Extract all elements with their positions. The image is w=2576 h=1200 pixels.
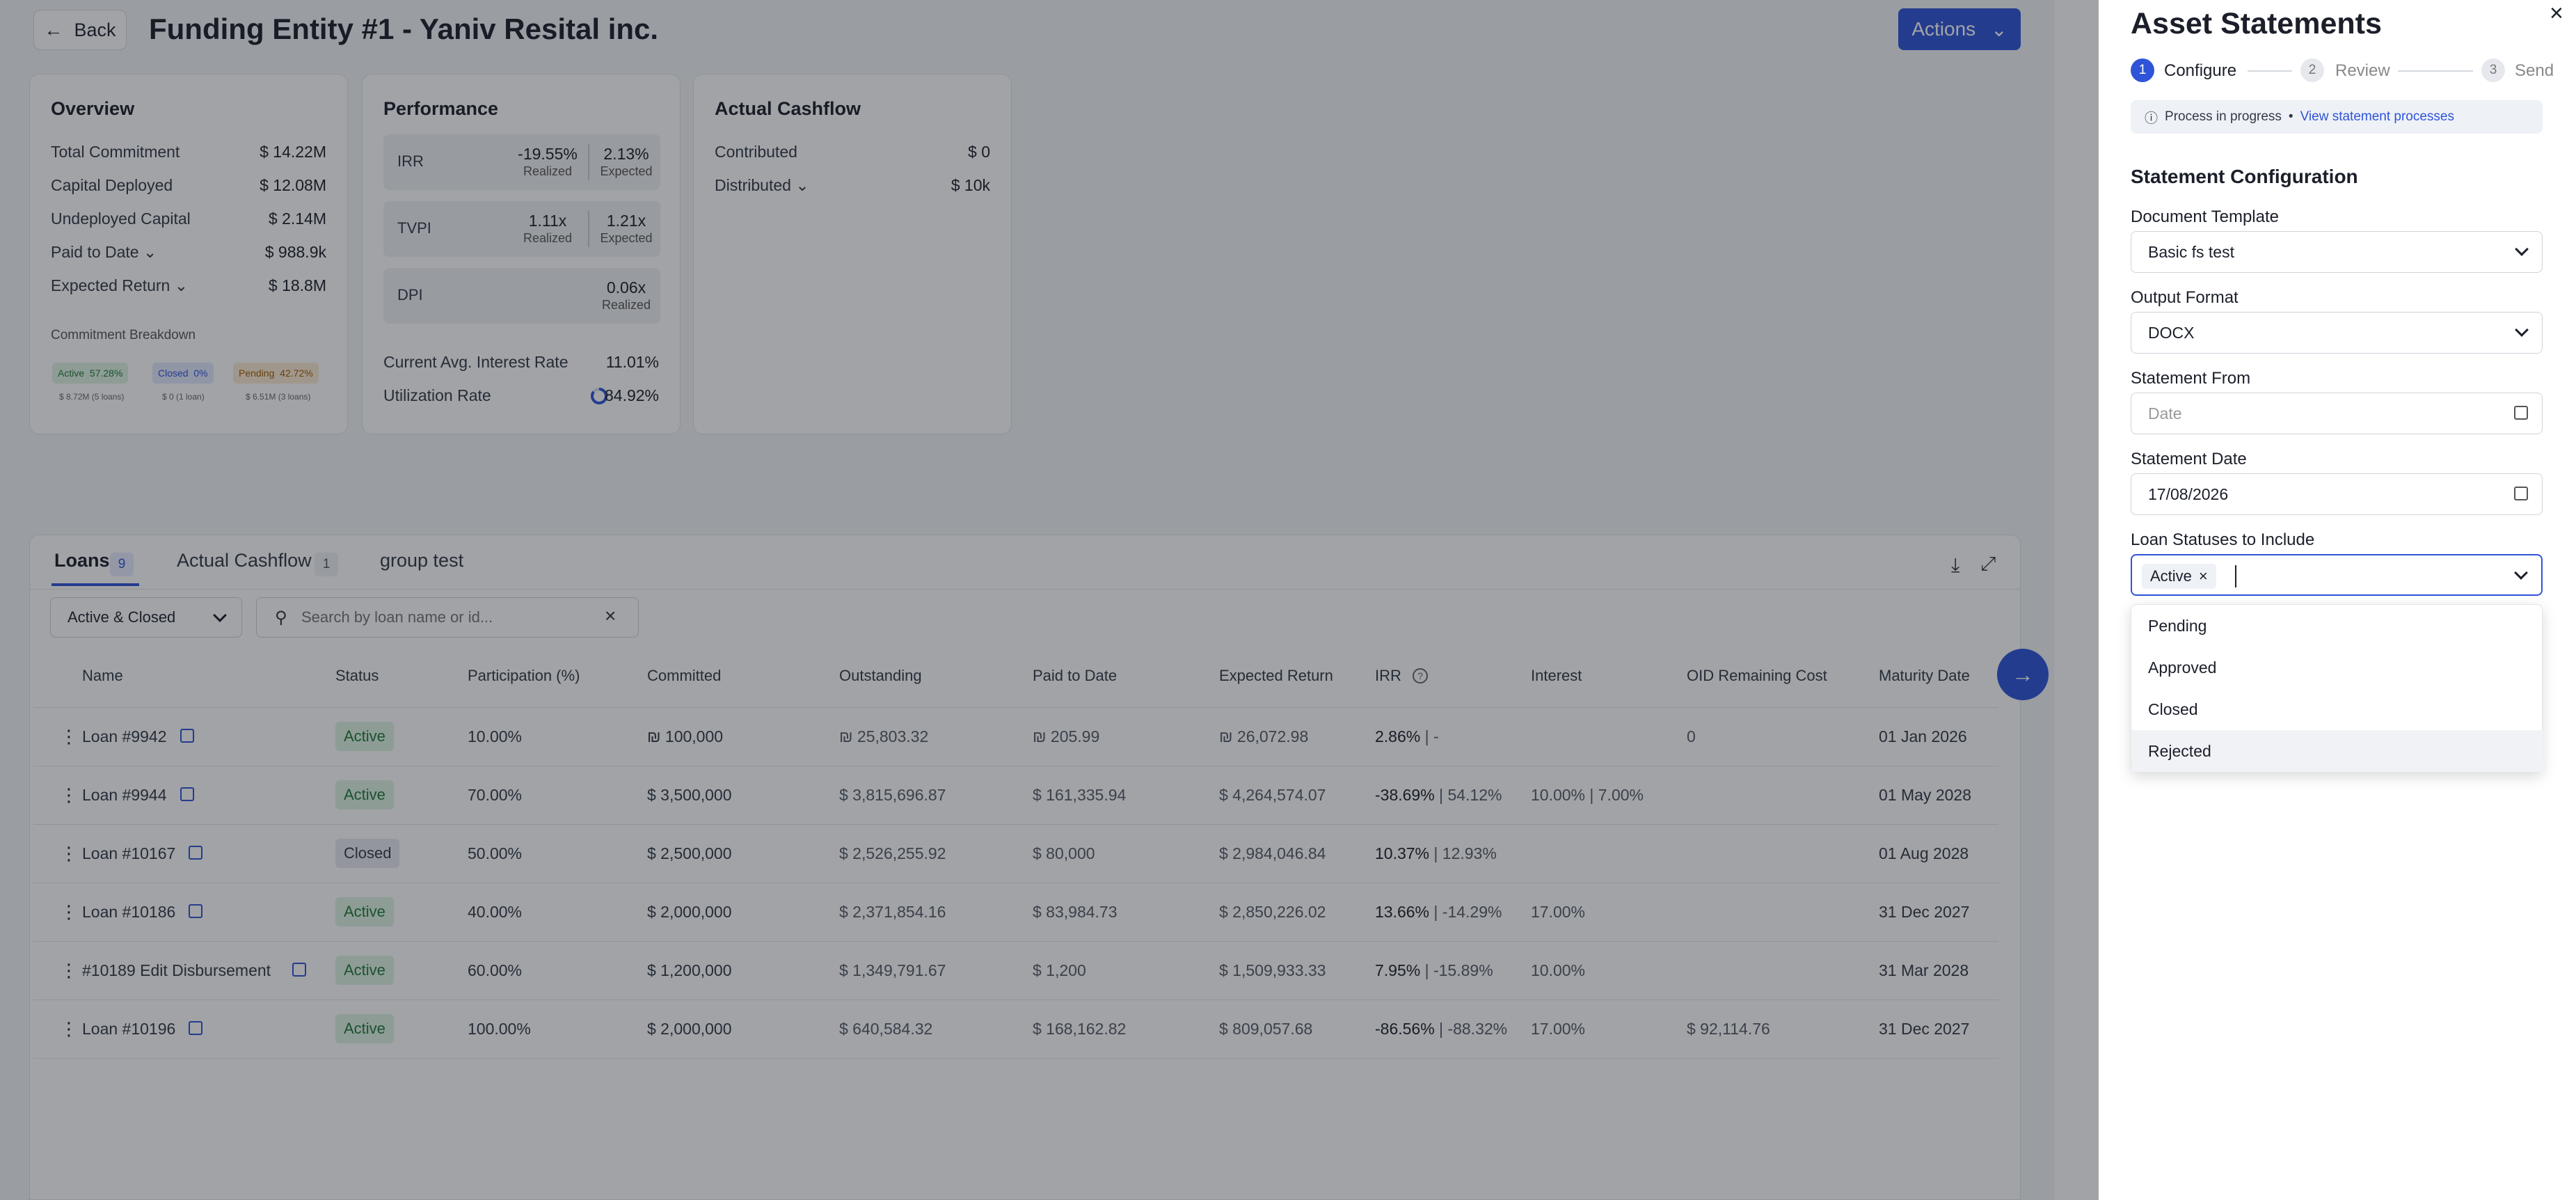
- statement-from-label: Statement From: [2131, 369, 2251, 388]
- chevron-down-icon: [2514, 566, 2528, 580]
- status-option[interactable]: Approved: [2131, 647, 2543, 688]
- info-icon: ⓘ: [2145, 111, 2158, 126]
- status-option[interactable]: Rejected: [2131, 730, 2543, 772]
- statement-date-input[interactable]: 17/08/2026: [2131, 473, 2543, 515]
- status-option[interactable]: Closed: [2131, 688, 2543, 730]
- step-connector: [2398, 70, 2473, 72]
- doc-template-label: Document Template: [2131, 207, 2279, 226]
- output-format-label: Output Format: [2131, 288, 2239, 307]
- loan-statuses-label: Loan Statuses to Include: [2131, 530, 2315, 549]
- chevron-down-icon: [2515, 242, 2529, 256]
- section-title: Statement Configuration: [2131, 166, 2358, 187]
- calendar-icon[interactable]: [2514, 406, 2528, 420]
- remove-chip-icon[interactable]: ×: [2199, 567, 2208, 585]
- doc-template-value: Basic fs test: [2148, 242, 2234, 261]
- view-processes-link[interactable]: View statement processes: [2300, 109, 2454, 125]
- step-configure[interactable]: Configure: [2164, 61, 2236, 81]
- step-number: 3: [2481, 58, 2505, 82]
- statement-from-input[interactable]: Date: [2131, 393, 2543, 434]
- status-option[interactable]: Pending: [2131, 605, 2543, 647]
- close-icon[interactable]: ×: [2550, 0, 2563, 27]
- text-caret: [2235, 565, 2236, 587]
- chip-label: Active: [2150, 567, 2192, 585]
- asset-statements-panel: Asset Statements × 1 Configure 2 Review …: [2099, 0, 2576, 1200]
- statement-date-value: 17/08/2026: [2148, 484, 2229, 503]
- panel-title: Asset Statements: [2131, 7, 2382, 40]
- selected-status-chip: Active ×: [2142, 564, 2216, 589]
- output-format-select[interactable]: DOCX: [2131, 312, 2543, 354]
- statement-date-label: Statement Date: [2131, 450, 2247, 468]
- step-review[interactable]: Review: [2335, 61, 2390, 81]
- modal-overlay[interactable]: [0, 0, 2099, 1200]
- info-text: Process in progress: [2165, 109, 2282, 124]
- date-placeholder: Date: [2148, 404, 2182, 423]
- step-number: 1: [2131, 58, 2154, 82]
- process-info-bar: ⓘ Process in progress • View statement p…: [2131, 100, 2543, 134]
- calendar-icon[interactable]: [2514, 487, 2528, 500]
- loan-statuses-multiselect[interactable]: Active ×: [2131, 554, 2543, 596]
- step-number: 2: [2300, 58, 2324, 82]
- chevron-down-icon: [2515, 323, 2529, 337]
- output-format-value: DOCX: [2148, 323, 2195, 342]
- doc-template-select[interactable]: Basic fs test: [2131, 231, 2543, 273]
- status-options-dropdown: Pending Approved Closed Rejected: [2131, 604, 2543, 773]
- step-send[interactable]: Send: [2515, 61, 2554, 81]
- step-connector: [2248, 70, 2292, 72]
- info-separator: •: [2288, 109, 2293, 124]
